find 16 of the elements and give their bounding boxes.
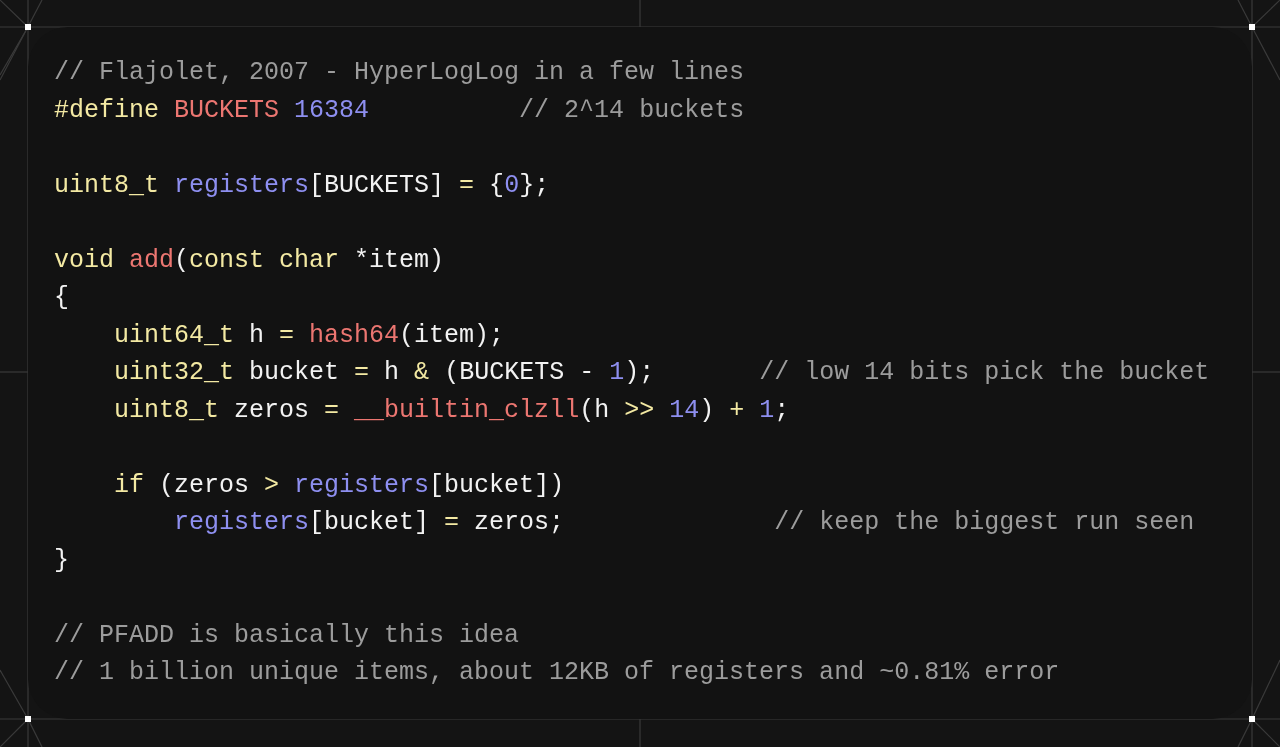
code-comment: // low 14 bits pick the bucket (759, 357, 1210, 389)
code-line: void add(const char *item) (54, 244, 445, 277)
code-comment: // keep the biggest run seen (774, 507, 1195, 539)
code-comment: // 1 billion unique items, about 12KB of registers and ~0.81% error (54, 657, 1060, 689)
code-line: uint32_t bucket = h & (BUCKETS - 1); (114, 357, 655, 389)
code-line: uint8_t zeros = __builtin_clzll(h >> 14) + 1; (114, 394, 790, 427)
code-line: registers[bucket] = zeros; (174, 507, 565, 539)
code-comment: // PFADD is basically this idea (54, 619, 520, 652)
code-comment: // Flajolet, 2007 - HyperLogLog in a few lines (54, 57, 745, 89)
code-line: if (zeros > registers[bucket]) (114, 469, 565, 502)
code-line: } (54, 544, 69, 577)
code-line: { (54, 282, 69, 314)
code-line: uint64_t h = hash64(item); (114, 319, 505, 352)
code-comment: // 2^14 buckets (519, 94, 745, 127)
code-line: uint8_t registers[BUCKETS] = {0}; (54, 169, 550, 202)
code-line: #define BUCKETS 16384 (54, 94, 370, 127)
